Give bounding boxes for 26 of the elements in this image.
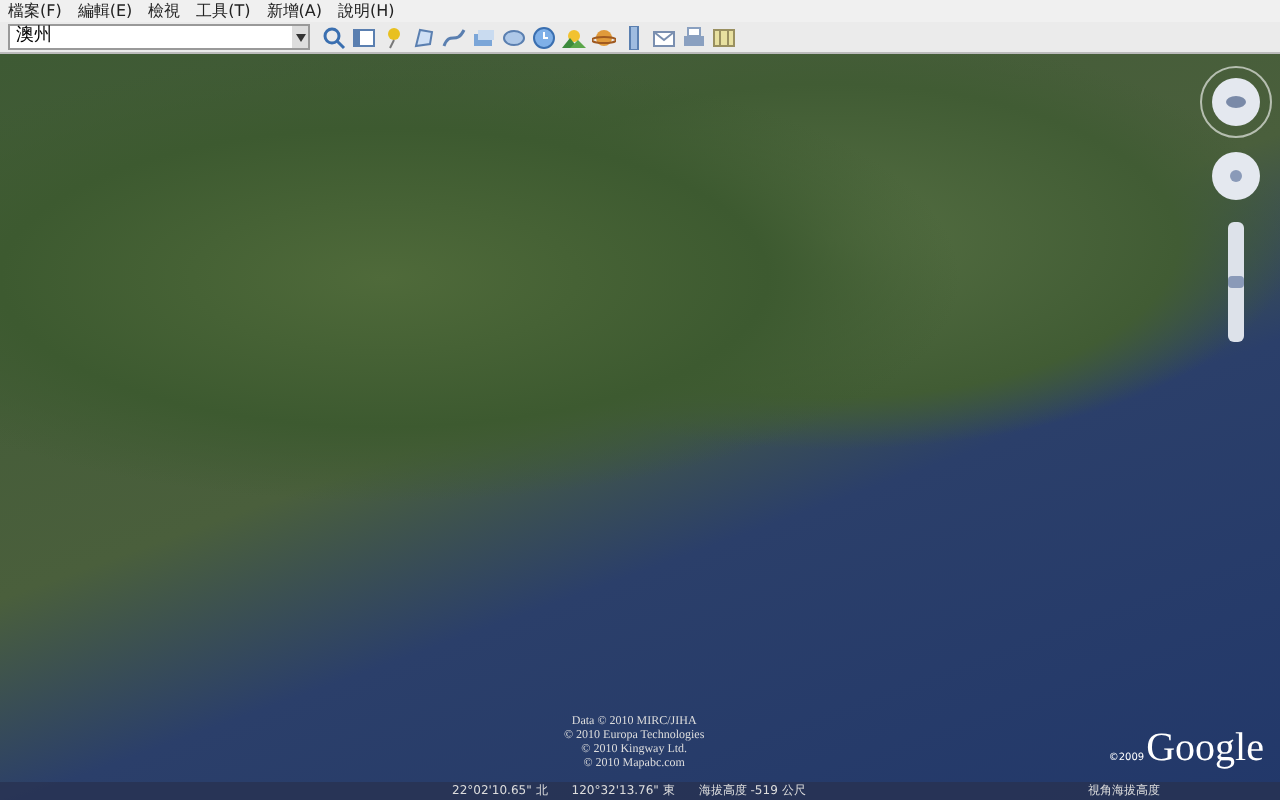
sun-landscape-icon[interactable] <box>562 25 586 49</box>
menu-item[interactable]: 編輯(E) <box>77 1 133 21</box>
search-field[interactable]: 澳州 <box>8 24 310 50</box>
path-icon[interactable] <box>442 25 466 49</box>
eye-icon <box>1212 78 1260 126</box>
zoom-slider[interactable] <box>1228 222 1244 342</box>
clock-icon[interactable] <box>532 25 556 49</box>
planet-icon[interactable] <box>592 25 616 49</box>
map-icon[interactable] <box>712 25 736 49</box>
menu-item[interactable]: 檔案(F) <box>8 1 62 21</box>
google-logo: Google <box>1146 728 1264 768</box>
search-icon[interactable] <box>322 25 346 49</box>
zoom-thumb[interactable] <box>1228 276 1244 288</box>
move-control[interactable] <box>1210 150 1262 202</box>
caret-icon <box>295 33 305 41</box>
dropdown-button[interactable] <box>292 26 308 48</box>
email-icon[interactable] <box>652 25 676 49</box>
printer-icon[interactable] <box>682 25 706 49</box>
look-control[interactable] <box>1200 66 1272 138</box>
menu-item[interactable]: 新增(A) <box>266 1 322 21</box>
sidebar-icon[interactable] <box>352 25 376 49</box>
pushpin-icon[interactable] <box>382 25 406 49</box>
overlay-icon[interactable] <box>472 25 496 49</box>
menu-item[interactable]: 工具(T) <box>196 1 251 21</box>
menu-item[interactable]: 檢視 <box>148 1 181 21</box>
menu-item[interactable]: 說明(H) <box>338 1 395 21</box>
